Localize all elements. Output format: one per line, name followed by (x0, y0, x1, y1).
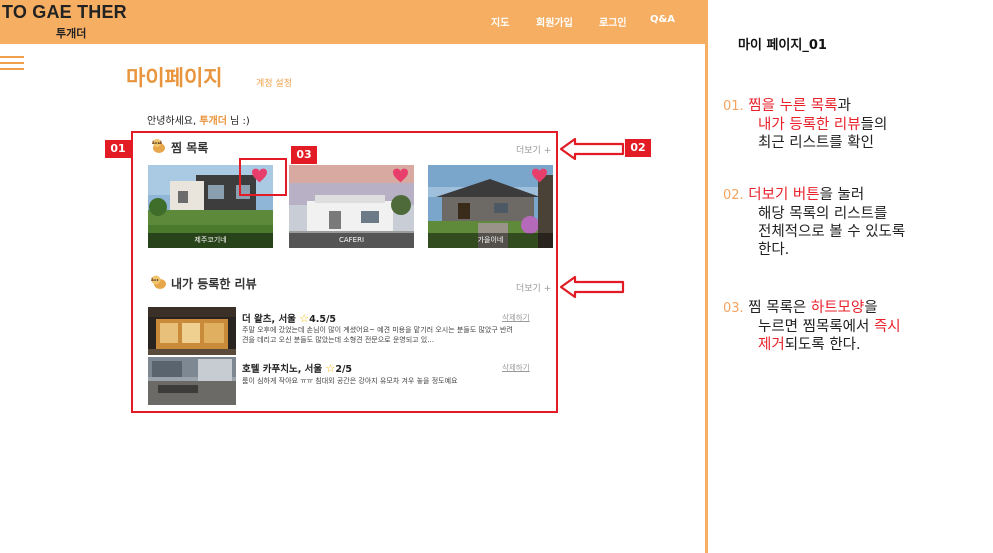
note-02: 02. 더보기 버튼을 눌러 해당 목록의 리스트를 전체적으로 볼 수 있도록… (723, 186, 988, 259)
note-text: 되도록 한다. (784, 337, 861, 353)
note-line: 최근 리스트를 확인 (758, 135, 874, 151)
note-highlight: 내가 등록한 리뷰 (758, 117, 861, 133)
hamburger-menu-icon[interactable] (0, 56, 24, 70)
annotation-box-main (131, 131, 558, 413)
page-title: 마이페이지 (126, 66, 223, 90)
annotation-box-heart (239, 158, 287, 196)
annotation-label-03: 03 (291, 146, 317, 164)
logo-korean[interactable]: 투개더 (56, 25, 86, 41)
note-text: 을 눌러 (819, 187, 865, 203)
note-line: 누르면 찜목록에서 즉시 (723, 318, 988, 336)
note-text: 들의 (860, 117, 888, 133)
nav-qa[interactable]: Q&A (650, 14, 675, 25)
note-highlight: 찜을 누른 목록 (748, 98, 838, 114)
note-number: 02. (723, 188, 744, 203)
greeting-prefix: 안녕하세요, (147, 116, 200, 127)
logo-english[interactable]: TO GAE THER (2, 2, 127, 23)
greeting-username: 투개더 (199, 116, 227, 127)
panel-title: 마이 페이지_01 (738, 38, 827, 53)
account-settings-link[interactable]: 계정 설정 (256, 76, 292, 89)
note-number: 03. (723, 301, 744, 316)
note-text: 찜 목록은 (748, 300, 811, 316)
greeting: 안녕하세요, 투개더 님 :) (147, 112, 250, 127)
note-line: 제거되도록 한다. (723, 336, 988, 354)
arrow-left-icon (559, 275, 625, 299)
arrow-left-icon (559, 137, 625, 161)
note-number: 01. (723, 99, 744, 114)
top-navigation-bar: TO GAE THER 투개더 지도 회원가입 로그인 Q&A (0, 0, 705, 44)
note-text: 누르면 찜목록에서 (758, 319, 874, 335)
annotation-label-02: 02 (625, 139, 651, 157)
note-01: 01. 찜을 누른 목록과 내가 등록한 리뷰들의 최근 리스트를 확인 (723, 97, 988, 152)
note-highlight: 즉시 (873, 319, 901, 335)
greeting-suffix: 님 :) (226, 116, 250, 127)
note-line: 내가 등록한 리뷰들의 (723, 116, 988, 134)
note-highlight: 하트모양 (810, 300, 865, 316)
mypage-mockup: TO GAE THER 투개더 지도 회원가입 로그인 Q&A 마이페이지 계정… (0, 0, 705, 553)
note-text: 과 (837, 98, 851, 114)
note-highlight: 제거 (758, 337, 785, 353)
note-line: 전체적으로 볼 수 있도록 (758, 224, 906, 240)
note-line: 해당 목록의 리스트를 (758, 206, 888, 222)
nav-signup[interactable]: 회원가입 (536, 14, 573, 29)
description-panel: 마이 페이지_01 01. 찜을 누른 목록과 내가 등록한 리뷰들의 최근 리… (708, 0, 993, 553)
nav-map[interactable]: 지도 (491, 14, 509, 29)
note-highlight: 더보기 버튼 (748, 187, 820, 203)
nav-login[interactable]: 로그인 (599, 14, 627, 29)
note-03: 03. 찜 목록은 하트모양을 누르면 찜목록에서 즉시 제거되도록 한다. (723, 299, 988, 354)
annotation-label-01: 01 (105, 140, 131, 158)
note-line: 한다. (758, 242, 790, 258)
note-text: 을 (864, 300, 878, 316)
